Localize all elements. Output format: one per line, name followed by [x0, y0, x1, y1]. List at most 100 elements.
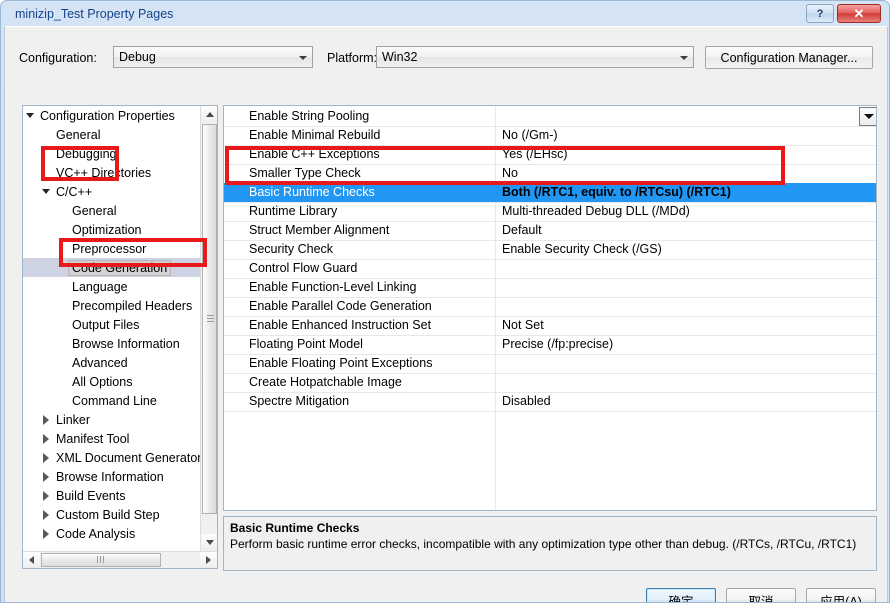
tree-item-label: General	[56, 127, 101, 142]
tree-item-c-c[interactable]: C/C++	[23, 182, 201, 201]
scroll-right-button[interactable]	[200, 552, 217, 568]
property-value[interactable]: Precise (/fp:precise)	[502, 337, 613, 351]
property-pages-window: minizip_Test Property Pages ? ✕ Configur…	[0, 0, 890, 603]
property-row[interactable]: Basic Runtime Checks Both (/RTC1, equiv. …	[224, 183, 876, 202]
tree-item-label: C/C++	[56, 184, 93, 199]
tree-item-general[interactable]: General	[23, 201, 201, 220]
property-row[interactable]: Control Flow Guard	[224, 259, 876, 278]
property-row[interactable]: Spectre Mitigation Disabled	[224, 392, 876, 411]
triangle-right-icon[interactable]	[39, 471, 53, 482]
triangle-right-icon[interactable]	[39, 452, 53, 463]
help-icon[interactable]: ?	[806, 4, 834, 23]
tree-item-configuration-properties[interactable]: Configuration Properties	[23, 106, 201, 125]
tree-items: Configuration Properties General Debugging…	[23, 106, 201, 550]
tree-item-advanced[interactable]: Advanced	[23, 353, 201, 372]
tree-item-precompiled-headers[interactable]: Precompiled Headers	[23, 296, 201, 315]
tree-item-xml-document-generator[interactable]: XML Document Generator	[23, 448, 201, 467]
property-value[interactable]: Multi-threaded Debug DLL (/MDd)	[502, 204, 690, 218]
property-value[interactable]: Yes (/EHsc)	[502, 147, 568, 161]
tree-item-build-events[interactable]: Build Events	[23, 486, 201, 505]
configuration-tree[interactable]: Configuration Properties General Debugging…	[22, 105, 218, 569]
tree-item-manifest-tool[interactable]: Manifest Tool	[23, 429, 201, 448]
tree-item-browse-information[interactable]: Browse Information	[23, 334, 201, 353]
horizontal-scroll-thumb[interactable]	[41, 553, 161, 567]
tree-item-code-analysis[interactable]: Code Analysis	[23, 524, 201, 543]
property-row[interactable]: Enable Function-Level Linking	[224, 278, 876, 297]
property-value[interactable]: Not Set	[502, 318, 544, 332]
cancel-button[interactable]: 取消	[726, 588, 796, 602]
description-pane: Basic Runtime Checks Perform basic runti…	[223, 516, 877, 571]
property-row[interactable]: Enable Parallel Code Generation	[224, 297, 876, 316]
property-value[interactable]: Default	[502, 223, 542, 237]
property-value[interactable]: Disabled	[502, 394, 551, 408]
property-row[interactable]: Floating Point Model Precise (/fp:precise…	[224, 335, 876, 354]
property-row[interactable]: Enable Minimal Rebuild No (/Gm-)	[224, 126, 876, 145]
caret-left-icon	[29, 556, 34, 564]
tree-item-browse-information[interactable]: Browse Information	[23, 467, 201, 486]
configuration-manager-button[interactable]: Configuration Manager...	[705, 46, 873, 69]
property-row[interactable]: Enable C++ Exceptions Yes (/EHsc)	[224, 145, 876, 164]
tree-item-language[interactable]: Language	[23, 277, 201, 296]
property-value[interactable]: Both (/RTC1, equiv. to /RTCsu) (/RTC1)	[502, 185, 731, 199]
property-row[interactable]: Smaller Type Check No	[224, 164, 876, 183]
ok-button[interactable]: 确定	[646, 588, 716, 602]
property-row[interactable]: Struct Member Alignment Default	[224, 221, 876, 240]
scroll-up-button[interactable]	[201, 106, 217, 123]
tree-item-command-line[interactable]: Command Line	[23, 391, 201, 410]
platform-label: Platform:	[327, 51, 378, 65]
close-icon[interactable]: ✕	[837, 4, 881, 23]
property-value[interactable]: Enable Security Check (/GS)	[502, 242, 662, 256]
tree-item-optimization[interactable]: Optimization	[23, 220, 201, 239]
tree-item-general[interactable]: General	[23, 125, 201, 144]
tree-item-code-generation[interactable]: Code Generation	[23, 258, 201, 277]
tree-item-label: XML Document Generator	[56, 450, 201, 465]
tree-item-vc-directories[interactable]: VC++ Directories	[23, 163, 201, 182]
triangle-down-icon[interactable]	[23, 113, 37, 118]
tree-item-custom-build-step[interactable]: Custom Build Step	[23, 505, 201, 524]
tree-item-label: General	[72, 203, 117, 218]
property-grid[interactable]: Enable String Pooling Enable Minimal Rebu…	[223, 105, 877, 511]
tree-item-label: Browse Information	[72, 336, 180, 351]
property-name: Spectre Mitigation	[249, 394, 350, 408]
chevron-down-icon	[863, 114, 874, 119]
property-name: Basic Runtime Checks	[249, 185, 375, 199]
triangle-right-icon[interactable]	[39, 509, 53, 520]
value-dropdown-button[interactable]	[859, 107, 876, 126]
property-row[interactable]: Enable Floating Point Exceptions	[224, 354, 876, 373]
tree-item-linker[interactable]: Linker	[23, 410, 201, 429]
triangle-right-icon[interactable]	[39, 433, 53, 444]
property-row[interactable]: Enable String Pooling	[224, 107, 876, 126]
property-row[interactable]: Enable Enhanced Instruction Set Not Set	[224, 316, 876, 335]
scroll-left-button[interactable]	[23, 552, 40, 568]
apply-button[interactable]: 应用(A)	[806, 588, 876, 602]
caret-right-icon	[206, 556, 211, 564]
platform-combo[interactable]: Win32	[376, 46, 694, 68]
configuration-combo[interactable]: Debug	[113, 46, 313, 68]
tree-item-label: VC++ Directories	[56, 165, 152, 180]
tree-item-label: Browse Information	[56, 469, 164, 484]
chevron-down-icon	[680, 56, 688, 60]
property-name: Enable Function-Level Linking	[249, 280, 417, 294]
configuration-value: Debug	[119, 50, 156, 64]
vertical-scroll-thumb[interactable]	[202, 124, 217, 514]
tree-item-label: Code Generation	[69, 260, 171, 275]
tree-vertical-scrollbar[interactable]	[200, 106, 217, 551]
triangle-right-icon[interactable]	[39, 414, 53, 425]
tree-item-output-files[interactable]: Output Files	[23, 315, 201, 334]
tree-item-label: Configuration Properties	[40, 108, 175, 123]
property-name: Enable String Pooling	[249, 109, 370, 123]
property-row[interactable]: Security Check Enable Security Check (/GS…	[224, 240, 876, 259]
scroll-down-button[interactable]	[201, 534, 217, 551]
property-value[interactable]: No	[502, 166, 518, 180]
tree-item-debugging[interactable]: Debugging	[23, 144, 201, 163]
triangle-down-icon[interactable]	[39, 189, 53, 194]
triangle-right-icon[interactable]	[39, 490, 53, 501]
tree-item-label: Manifest Tool	[56, 431, 130, 446]
tree-horizontal-scrollbar[interactable]	[23, 551, 217, 568]
property-row[interactable]: Create Hotpatchable Image	[224, 373, 876, 392]
property-row[interactable]: Runtime Library Multi-threaded Debug DLL …	[224, 202, 876, 221]
property-value[interactable]: No (/Gm-)	[502, 128, 558, 142]
triangle-right-icon[interactable]	[39, 528, 53, 539]
tree-item-all-options[interactable]: All Options	[23, 372, 201, 391]
tree-item-preprocessor[interactable]: Preprocessor	[23, 239, 201, 258]
